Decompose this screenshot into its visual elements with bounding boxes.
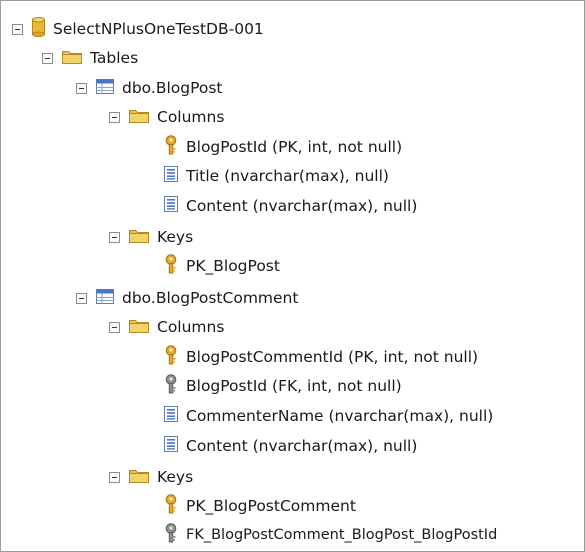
table-icon xyxy=(96,288,114,308)
collapse-toggle[interactable] xyxy=(109,321,120,333)
foreign-key-icon xyxy=(164,374,178,398)
key-label: PK_BlogPostComment xyxy=(186,497,356,515)
table-label: dbo.BlogPostComment xyxy=(122,289,299,307)
folder-label: Tables xyxy=(90,49,139,67)
tree-node-columns-folder[interactable]: Columns xyxy=(109,102,224,132)
column-label: Content (nvarchar(max), null) xyxy=(186,437,418,455)
column-icon xyxy=(164,166,178,186)
column-icon xyxy=(164,406,178,426)
collapse-toggle[interactable] xyxy=(76,292,87,304)
collapse-toggle[interactable] xyxy=(109,471,120,483)
folder-label: Columns xyxy=(157,318,225,336)
folder-icon xyxy=(62,49,82,68)
folder-icon xyxy=(129,318,149,337)
tree-node-keys-folder[interactable]: Keys xyxy=(109,462,193,492)
tree-node-column[interactable]: Content (nvarchar(max), null) xyxy=(164,431,417,461)
column-label: CommenterName (nvarchar(max), null) xyxy=(186,407,494,425)
tree-node-column[interactable]: CommenterName (nvarchar(max), null) xyxy=(164,401,493,431)
tree-node-table[interactable]: dbo.BlogPost xyxy=(76,73,223,103)
foreign-key-icon xyxy=(164,523,178,547)
folder-label: Keys xyxy=(157,468,194,486)
primary-key-icon xyxy=(164,345,178,369)
column-label: BlogPostId (FK, int, not null) xyxy=(186,377,402,395)
table-icon xyxy=(96,78,114,98)
collapse-toggle[interactable] xyxy=(109,111,120,123)
collapse-toggle[interactable] xyxy=(109,231,120,243)
tree-node-column[interactable]: Content (nvarchar(max), null) xyxy=(164,191,417,221)
database-icon xyxy=(32,17,45,41)
tree-node-key[interactable]: FK_BlogPostComment_BlogPost_BlogPostId xyxy=(164,520,497,550)
column-label: Content (nvarchar(max), null) xyxy=(186,197,418,215)
column-label: BlogPostId (PK, int, not null) xyxy=(186,138,403,156)
database-label: SelectNPlusOneTestDB-001 xyxy=(53,20,264,38)
collapse-toggle[interactable] xyxy=(76,82,87,94)
primary-key-icon xyxy=(164,254,178,278)
tree-node-column[interactable]: BlogPostId (PK, int, not null) xyxy=(164,132,402,162)
primary-key-icon xyxy=(164,494,178,518)
collapse-toggle[interactable] xyxy=(42,52,53,64)
tree-node-key[interactable]: PK_BlogPost xyxy=(164,251,280,281)
tree-node-columns-folder[interactable]: Columns xyxy=(109,312,224,342)
folder-label: Keys xyxy=(157,228,194,246)
tree-node-database[interactable]: SelectNPlusOneTestDB-001 xyxy=(12,14,264,44)
tree-node-key[interactable]: PK_BlogPostComment xyxy=(164,491,356,521)
tree-node-column[interactable]: BlogPostCommentId (PK, int, not null) xyxy=(164,342,478,372)
column-label: BlogPostCommentId (PK, int, not null) xyxy=(186,348,479,366)
folder-label: Columns xyxy=(157,108,225,126)
folder-icon xyxy=(129,468,149,487)
key-label: FK_BlogPostComment_BlogPost_BlogPostId xyxy=(186,527,498,543)
folder-icon xyxy=(129,108,149,127)
object-explorer-tree: SelectNPlusOneTestDB-001 Tables dbo.Blog… xyxy=(0,0,585,552)
collapse-toggle[interactable] xyxy=(12,23,23,35)
key-label: PK_BlogPost xyxy=(186,257,280,275)
tree-node-tables-folder[interactable]: Tables xyxy=(42,43,138,73)
table-label: dbo.BlogPost xyxy=(122,79,223,97)
column-icon xyxy=(164,196,178,216)
primary-key-icon xyxy=(164,135,178,159)
tree-node-column[interactable]: BlogPostId (FK, int, not null) xyxy=(164,371,402,401)
tree-node-keys-folder[interactable]: Keys xyxy=(109,222,193,252)
tree-node-table[interactable]: dbo.BlogPostComment xyxy=(76,283,298,313)
column-icon xyxy=(164,436,178,456)
tree-node-column[interactable]: Title (nvarchar(max), null) xyxy=(164,161,389,191)
folder-icon xyxy=(129,228,149,247)
column-label: Title (nvarchar(max), null) xyxy=(186,167,389,185)
